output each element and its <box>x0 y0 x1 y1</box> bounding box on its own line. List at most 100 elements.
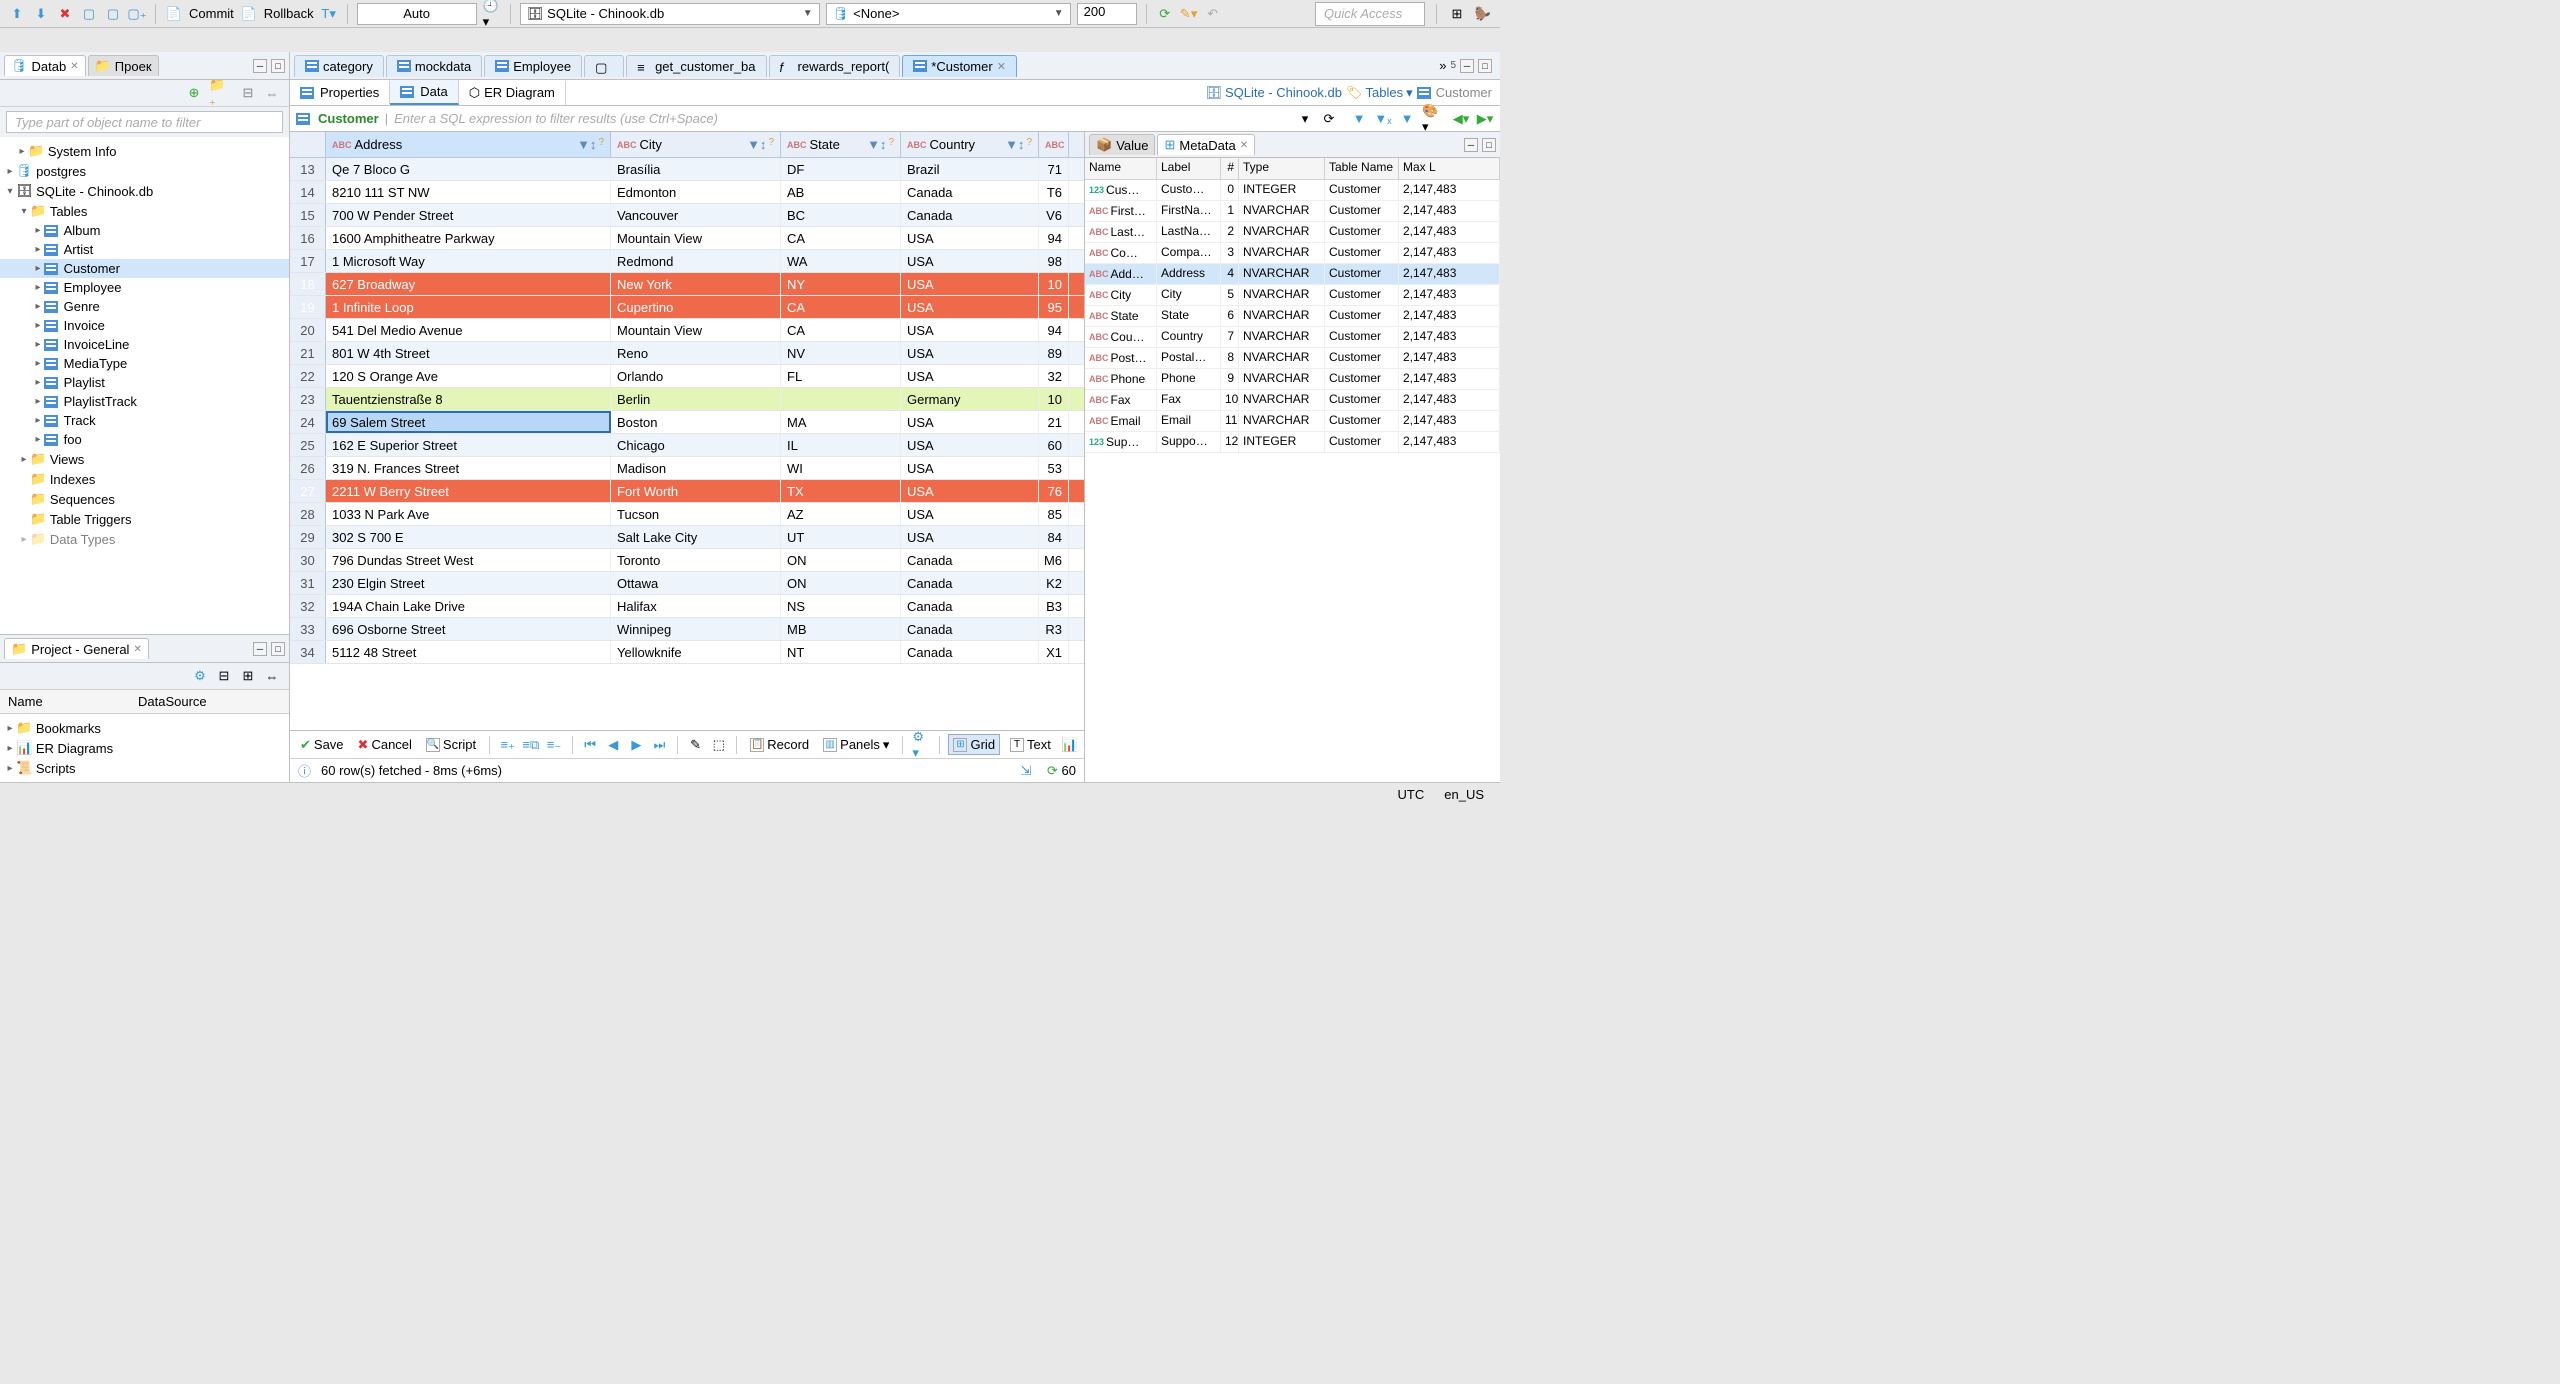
cell-city[interactable]: Boston <box>611 411 781 433</box>
quick-access-input[interactable]: Quick Access <box>1315 2 1425 26</box>
funnel-icon[interactable]: ▼ <box>1350 110 1368 128</box>
colorize-icon[interactable]: 🎨▾ <box>1422 110 1440 128</box>
maximize-editor-icon[interactable]: □ <box>1478 59 1492 73</box>
breadcrumb-db[interactable]: 🗄 SQLite - Chinook.db <box>1205 85 1342 101</box>
more-tabs-chevron-icon[interactable]: » <box>1439 58 1446 73</box>
row-number[interactable]: 28 <box>290 503 326 525</box>
cell-country[interactable]: USA <box>901 457 1039 479</box>
cell-state[interactable]: MA <box>781 411 901 433</box>
tab-projects[interactable]: 📁 Проек <box>88 55 159 76</box>
cell-state[interactable]: AB <box>781 181 901 203</box>
filter-expression-input[interactable]: Enter a SQL expression to filter results… <box>394 111 1290 126</box>
cell-country[interactable]: USA <box>901 296 1039 318</box>
row-number[interactable]: 15 <box>290 204 326 226</box>
settings-icon[interactable]: ⚙ <box>191 667 209 685</box>
cell-postalcode[interactable]: 84 <box>1039 526 1069 548</box>
table-row[interactable]: 191 Infinite LoopCupertinoCAUSA95 <box>290 296 1084 319</box>
cell-country[interactable]: Canada <box>901 181 1039 203</box>
cell-address[interactable]: 1 Infinite Loop <box>326 296 611 318</box>
row-number[interactable]: 14 <box>290 181 326 203</box>
next-edit-icon[interactable]: ▶▾ <box>1476 110 1494 128</box>
cell-postalcode[interactable]: X1 <box>1039 641 1069 663</box>
cell-city[interactable]: New York <box>611 273 781 295</box>
table-row[interactable]: 281033 N Park AveTucsonAZUSA85 <box>290 503 1084 526</box>
disconnect-icon[interactable]: ⬇ <box>32 5 50 23</box>
cell-state[interactable]: MB <box>781 618 901 640</box>
cell-city[interactable]: Halifax <box>611 595 781 617</box>
cell-city[interactable]: Yellowknife <box>611 641 781 663</box>
cell-state[interactable] <box>781 388 901 410</box>
subtab-data[interactable]: Data <box>390 80 458 105</box>
editor-tab-getcust[interactable]: ≡get_customer_ba <box>626 55 766 77</box>
minimize-editor-icon[interactable]: ─ <box>1460 59 1474 73</box>
database-tree[interactable]: ▸📁 System Info ▸🛢 postgres ▾🗄 SQLite - C… <box>0 137 289 634</box>
cell-country[interactable]: USA <box>901 227 1039 249</box>
settings-icon[interactable]: ⚙ ▾ <box>912 736 929 754</box>
cell-country[interactable]: Canada <box>901 572 1039 594</box>
cell-postalcode[interactable]: B3 <box>1039 595 1069 617</box>
cell-address[interactable]: 1033 N Park Ave <box>326 503 611 525</box>
column-header-postal[interactable]: ABC <box>1039 132 1069 157</box>
cell-address[interactable]: 801 W 4th Street <box>326 342 611 364</box>
cell-postalcode[interactable]: 21 <box>1039 411 1069 433</box>
cell-address[interactable]: 69 Salem Street <box>326 411 611 433</box>
disconnect-all-icon[interactable]: ✖ <box>56 5 74 23</box>
cell-country[interactable]: USA <box>901 342 1039 364</box>
breadcrumb-tables[interactable]: 🏷 Tables ▾ <box>1346 85 1413 101</box>
expand-icon[interactable]: ⊞ <box>239 667 257 685</box>
cell-country[interactable]: USA <box>901 250 1039 272</box>
cell-address[interactable]: Qe 7 Bloco G <box>326 158 611 180</box>
row-number[interactable]: 16 <box>290 227 326 249</box>
row-number[interactable]: 13 <box>290 158 326 180</box>
cell-city[interactable]: Mountain View <box>611 319 781 341</box>
commit-file-icon[interactable]: 📄 <box>165 5 183 23</box>
cell-city[interactable]: Chicago <box>611 434 781 456</box>
cell-country[interactable]: USA <box>901 365 1039 387</box>
metadata-row[interactable]: 123Sup…Suppo…12INTEGERCustomer2,147,483 <box>1085 432 1500 453</box>
cell-postalcode[interactable]: 71 <box>1039 158 1069 180</box>
metadata-row[interactable]: ABCPhonePhone9NVARCHARCustomer2,147,483 <box>1085 369 1500 390</box>
record-button[interactable]: 📋Record <box>746 735 813 754</box>
cell-state[interactable]: NY <box>781 273 901 295</box>
cell-address[interactable]: 8210 111 ST NW <box>326 181 611 203</box>
script-button[interactable]: 🔍Script <box>422 735 480 754</box>
table-row[interactable]: 25162 E Superior StreetChicagoILUSA60 <box>290 434 1084 457</box>
cell-city[interactable]: Orlando <box>611 365 781 387</box>
cell-postalcode[interactable]: K2 <box>1039 572 1069 594</box>
editor-tab-mockdata[interactable]: mockdata <box>386 55 482 77</box>
metadata-row[interactable]: ABCFaxFax10NVARCHARCustomer2,147,483 <box>1085 390 1500 411</box>
editor-tab-customer[interactable]: *Customer✕ <box>902 55 1017 77</box>
cell-postalcode[interactable]: 53 <box>1039 457 1069 479</box>
collapse-icon[interactable]: ⊟ <box>239 84 257 102</box>
column-header-address[interactable]: ABCAddress▼↕ <box>326 132 611 157</box>
minimize-view-icon[interactable]: ─ <box>253 642 267 656</box>
table-row[interactable]: 18627 BroadwayNew YorkNYUSA10 <box>290 273 1084 296</box>
tab-database-navigator[interactable]: 🛢 Datab ✕ <box>4 55 86 76</box>
tree-node-customer[interactable]: ▸ Customer <box>0 259 289 278</box>
cell-city[interactable]: Berlin <box>611 388 781 410</box>
cell-country[interactable]: USA <box>901 411 1039 433</box>
tx-mode-icon[interactable]: T▾ <box>320 5 338 23</box>
refresh-icon[interactable]: ⟳ <box>1156 5 1174 23</box>
cell-state[interactable]: BC <box>781 204 901 226</box>
row-number[interactable]: 34 <box>290 641 326 663</box>
tab-metadata[interactable]: ⊞MetaData✕ <box>1157 134 1255 155</box>
metadata-row[interactable]: ABCStateState6NVARCHARCustomer2,147,483 <box>1085 306 1500 327</box>
cell-city[interactable]: Fort Worth <box>611 480 781 502</box>
row-number[interactable]: 30 <box>290 549 326 571</box>
cell-city[interactable]: Edmonton <box>611 181 781 203</box>
cell-address[interactable]: 2211 W Berry Street <box>326 480 611 502</box>
row-number[interactable]: 31 <box>290 572 326 594</box>
row-number[interactable]: 18 <box>290 273 326 295</box>
cell-address[interactable]: 696 Osborne Street <box>326 618 611 640</box>
prev-page-icon[interactable]: ◀ <box>605 736 622 754</box>
metadata-row[interactable]: ABCLast…LastNa…2NVARCHARCustomer2,147,48… <box>1085 222 1500 243</box>
subtab-er-diagram[interactable]: ⬡ER Diagram <box>459 81 566 105</box>
cell-country[interactable]: USA <box>901 526 1039 548</box>
row-number[interactable]: 22 <box>290 365 326 387</box>
cell-country[interactable]: USA <box>901 273 1039 295</box>
minimize-view-icon[interactable]: ─ <box>1464 138 1478 152</box>
cell-state[interactable]: ON <box>781 549 901 571</box>
cell-postalcode[interactable]: 76 <box>1039 480 1069 502</box>
cell-postalcode[interactable]: 85 <box>1039 503 1069 525</box>
